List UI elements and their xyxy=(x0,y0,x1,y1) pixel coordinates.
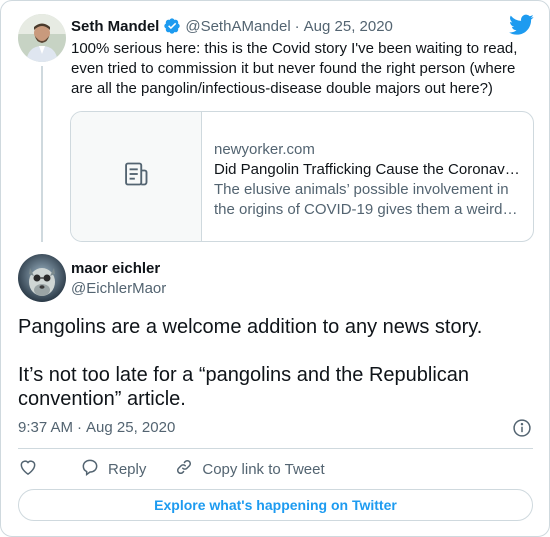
main-tweet-paragraph: Pangolins are a welcome addition to any … xyxy=(18,316,483,338)
reply-bubble-icon xyxy=(80,457,108,481)
parent-author-handle[interactable]: @SethAMandel xyxy=(185,18,290,35)
main-tweet-paragraph: It’s not too late for a “pangolins and t… xyxy=(18,364,470,410)
heart-icon xyxy=(18,457,46,481)
like-button[interactable] xyxy=(18,457,46,481)
reply-button[interactable]: Reply xyxy=(80,457,146,481)
tweet-time: 9:37 AM xyxy=(18,419,74,436)
link-thumbnail xyxy=(71,112,202,241)
copy-link-label: Copy link to Tweet xyxy=(202,460,325,478)
reply-label: Reply xyxy=(108,460,147,478)
link-chain-icon xyxy=(174,457,202,481)
link-card-body: newyorker.com Did Pangolin Trafficking C… xyxy=(202,112,533,241)
main-author-avatar[interactable] xyxy=(18,254,66,302)
parent-tweet-text: 100% serious here: this is the Covid sto… xyxy=(71,40,518,97)
tweet-actions-bar: Reply Copy link to Tweet xyxy=(18,458,325,480)
header-separator: · xyxy=(294,17,300,35)
main-tweet-text: Pangolins are a welcome addition to any … xyxy=(18,315,533,411)
parent-tweet-date[interactable]: Aug 25, 2020 xyxy=(304,18,393,35)
tweet-embed-card: Seth Mandel @SethAMandel · Aug 25, 2020 … xyxy=(0,0,550,537)
link-preview-card[interactable]: newyorker.com Did Pangolin Trafficking C… xyxy=(70,111,534,242)
parent-tweet-header: Seth Mandel @SethAMandel · Aug 25, 2020 xyxy=(71,16,393,36)
main-author-name[interactable]: maor eichler xyxy=(71,259,160,279)
twitter-bird-icon[interactable] xyxy=(509,14,534,36)
tweet-date: Aug 25, 2020 xyxy=(86,419,176,436)
timestamp-separator: · xyxy=(77,419,83,436)
actions-divider xyxy=(18,448,533,449)
link-description: The elusive animals’ possible involvemen… xyxy=(214,181,509,218)
verified-badge-icon xyxy=(163,17,181,35)
info-icon[interactable] xyxy=(512,418,532,438)
parent-author-avatar[interactable] xyxy=(18,14,66,62)
parent-author-name[interactable]: Seth Mandel xyxy=(71,18,159,35)
tweet-timestamp[interactable]: 9:37 AM · Aug 25, 2020 xyxy=(18,418,175,438)
link-title: Did Pangolin Trafficking Cause the Coron… xyxy=(214,161,521,178)
copy-link-button[interactable]: Copy link to Tweet xyxy=(174,457,325,481)
article-icon xyxy=(122,160,150,193)
link-domain: newyorker.com xyxy=(214,141,315,158)
explore-twitter-button[interactable]: Explore what's happening on Twitter xyxy=(18,489,533,521)
main-author-handle[interactable]: @EichlerMaor xyxy=(71,279,166,299)
thread-connector-line xyxy=(41,66,43,242)
